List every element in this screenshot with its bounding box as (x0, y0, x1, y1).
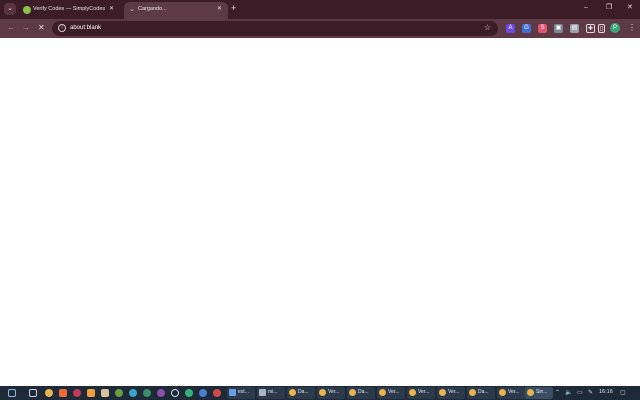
taskbar-window-label: Da... (478, 389, 489, 395)
taskbar-window-button[interactable]: Ver... (497, 387, 525, 399)
app-taskbar-icon[interactable] (213, 389, 221, 397)
pen-icon[interactable]: ✎ (588, 389, 593, 397)
tab-close-icon[interactable]: ✕ (109, 5, 114, 12)
windows-taskbar: ext... mi... Da... Ver... Da... Ver... V… (0, 386, 640, 400)
blank-page-content (0, 38, 640, 386)
side-panel-icon[interactable]: ▯ (598, 24, 605, 33)
app-taskbar-icon[interactable] (185, 389, 193, 397)
taskbar-window-button[interactable]: ext... (227, 387, 255, 399)
volume-icon[interactable]: 🔈 (565, 389, 572, 397)
ext-translate-icon[interactable]: G (522, 24, 531, 33)
ext-screen-icon[interactable]: ▣ (554, 24, 563, 33)
address-bar[interactable]: i about:blank ☆ (52, 21, 498, 36)
window-icon (259, 389, 266, 396)
taskbar-window-label: Da... (358, 389, 369, 395)
taskbar-window-button[interactable]: Ver... (407, 387, 435, 399)
tab-strip: ⌄ Verify Codes — SimplyCodes ✕ ⌄ Cargand… (0, 0, 640, 19)
app-taskbar-icon[interactable] (199, 389, 207, 397)
taskbar-window-button-active[interactable]: Sin... (525, 387, 553, 399)
taskbar-window-button[interactable]: Ver... (377, 387, 405, 399)
profile-avatar[interactable]: P (610, 23, 620, 33)
extensions-puzzle-icon[interactable]: ✚ (586, 24, 595, 33)
taskbar-window-label: Sin... (536, 389, 548, 395)
vlc-taskbar-icon[interactable] (87, 389, 95, 397)
task-view-icon[interactable] (29, 389, 37, 397)
back-button[interactable]: ← (7, 23, 15, 33)
chrome-icon (349, 389, 356, 396)
chrome-icon (379, 389, 386, 396)
chrome-icon (499, 389, 506, 396)
taskbar-window-label: Ver... (508, 389, 520, 395)
taskbar-window-label: Ver... (388, 389, 400, 395)
tab-cargando[interactable]: ⌄ Cargando... ✕ (124, 2, 228, 19)
restore-button[interactable]: ❐ (606, 3, 612, 13)
loading-favicon-icon: ⌄ (129, 6, 135, 13)
tab-close-icon[interactable]: ✕ (217, 5, 222, 12)
taskbar-window-button[interactable]: Da... (287, 387, 315, 399)
chrome-icon (409, 389, 416, 396)
window-icon (229, 389, 236, 396)
close-window-button[interactable]: ✕ (627, 3, 633, 13)
notification-icon[interactable]: ▢ (620, 389, 626, 397)
taskbar-clock[interactable]: 16:16 (599, 389, 613, 395)
taskbar-window-button[interactable]: Ver... (437, 387, 465, 399)
new-tab-button[interactable]: + (231, 3, 236, 14)
forward-button[interactable]: → (22, 23, 30, 33)
taskbar-window-button[interactable]: Da... (467, 387, 495, 399)
app-taskbar-icon[interactable] (171, 389, 179, 397)
app-taskbar-icon[interactable] (143, 389, 151, 397)
chrome-icon (319, 389, 326, 396)
site-info-icon[interactable]: i (58, 24, 66, 32)
browser-menu-icon[interactable]: ⋮ (628, 22, 636, 33)
chrome-icon (289, 389, 296, 396)
tab-search-button[interactable]: ⌄ (4, 3, 16, 15)
opera-taskbar-icon[interactable] (73, 389, 81, 397)
ext-a-icon[interactable]: A (506, 24, 515, 33)
notes-taskbar-icon[interactable] (101, 389, 109, 397)
app-taskbar-icon[interactable] (157, 389, 165, 397)
address-url: about:blank (70, 25, 102, 31)
tab-title: Verify Codes — SimplyCodes (33, 6, 105, 12)
tray-overflow-icon[interactable]: ⌃ (555, 389, 560, 397)
app-taskbar-icon[interactable] (115, 389, 123, 397)
taskbar-window-label: Da... (298, 389, 309, 395)
chrome-icon (439, 389, 446, 396)
taskbar-window-label: Ver... (418, 389, 430, 395)
chrome-icon (469, 389, 476, 396)
minimize-button[interactable]: – (584, 3, 588, 13)
taskbar-window-button[interactable]: Da... (347, 387, 375, 399)
taskbar-window-label: Ver... (328, 389, 340, 395)
chrome-icon (527, 389, 534, 396)
display-icon[interactable]: ▭ (577, 389, 583, 397)
brave-taskbar-icon[interactable] (59, 389, 67, 397)
tab-verify-codes[interactable]: Verify Codes — SimplyCodes ✕ (19, 2, 120, 19)
taskbar-window-label: Ver... (448, 389, 460, 395)
ext-shop-icon[interactable]: S (538, 24, 547, 33)
taskbar-window-button[interactable]: Ver... (317, 387, 345, 399)
app-taskbar-icon[interactable] (129, 389, 137, 397)
tab-title: Cargando... (138, 6, 167, 12)
taskbar-window-label: ext... (238, 389, 249, 395)
ext-cast-icon[interactable]: ▤ (570, 24, 579, 33)
chrome-taskbar-icon[interactable] (45, 389, 53, 397)
stop-loading-button[interactable]: ✕ (38, 23, 45, 33)
taskbar-window-button[interactable]: mi... (257, 387, 285, 399)
browser-toolbar: ← → ✕ i about:blank ☆ A G S ▣ ▤ ✚ ▯ P ⋮ (0, 19, 640, 38)
simplycodes-favicon-icon (23, 6, 31, 14)
taskbar-window-label: mi... (268, 389, 278, 395)
bookmark-star-icon[interactable]: ☆ (484, 23, 491, 33)
start-menu-icon[interactable] (8, 389, 16, 397)
